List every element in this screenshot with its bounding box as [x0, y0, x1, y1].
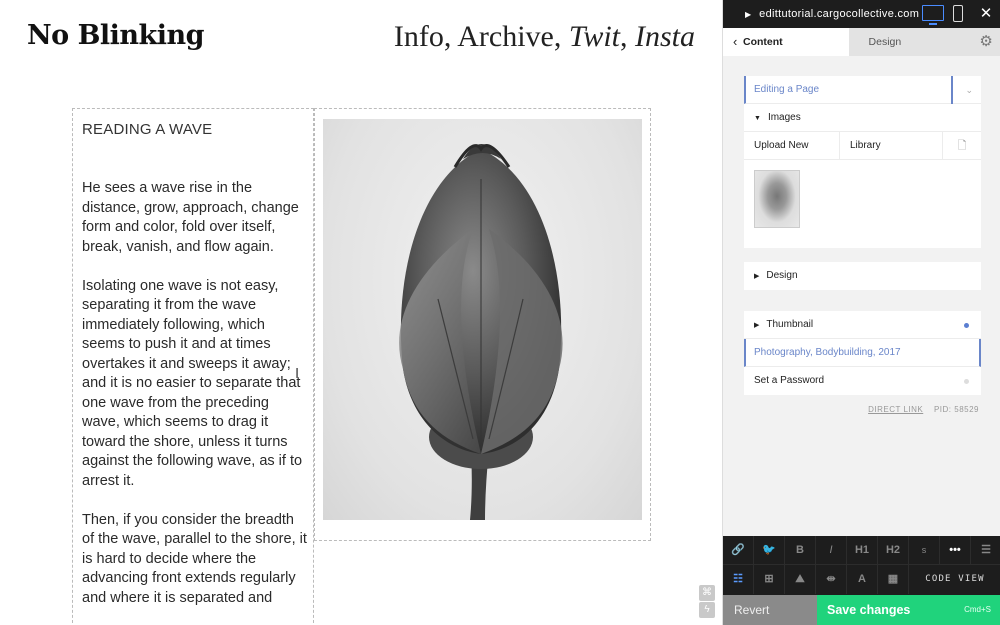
command-icon[interactable]: ⌘ [699, 585, 715, 601]
tags-input[interactable]: Photography, Bodybuilding, 2017 [744, 339, 981, 367]
mobile-view-icon[interactable] [953, 5, 963, 22]
toolbar-row-2: ☷ ⊞ ⛰ ⇹ A ▦ CODE VIEW [723, 565, 1000, 594]
site-title[interactable]: No Blinking [27, 20, 205, 51]
nav-twit[interactable]: Twit [569, 20, 620, 53]
page-card: Editing a Page ⌄ ▼ Images Upload New Libr… [744, 76, 981, 248]
paragraph[interactable]: Then, if you consider the breadth of the… [82, 511, 310, 609]
lightning-icon[interactable]: ϟ [699, 602, 715, 618]
split-icon[interactable]: ⇹ [816, 565, 847, 594]
text-color-icon[interactable]: A [847, 565, 878, 594]
small-button[interactable]: s [909, 536, 940, 565]
upload-new-button[interactable]: Upload New [744, 132, 840, 159]
article-body[interactable]: He sees a wave rise in the distance, gro… [82, 179, 310, 625]
text-cursor-icon: Ⅰ [295, 365, 300, 381]
select-divider [951, 76, 953, 104]
page-select-value: Editing a Page [754, 84, 820, 95]
format-toolbar: 🔗 🐦 B I H1 H2 s ••• ☰ ☷ ⊞ ⛰ ⇹ A ▦ CODE V… [723, 536, 1000, 595]
image-icon[interactable]: ⛰ [785, 565, 816, 594]
corner-tools: ⌘ ϟ [699, 585, 715, 619]
h1-button[interactable]: H1 [847, 536, 878, 565]
settings-card: ▶ Thumbnail Photography, Bodybuilding, 20… [744, 311, 981, 395]
direct-link[interactable]: DIRECT LINK [868, 405, 923, 414]
page-meta: DIRECT LINK PID: 58529 [868, 405, 979, 414]
tab-content[interactable]: ‹ Content [723, 28, 849, 56]
triangle-right-icon: ▶ [754, 322, 760, 329]
flower-bud-photo[interactable] [323, 119, 642, 520]
editor-panel: ▶ edittutorial.cargocollective.com ✕ ‹ C… [722, 0, 1000, 625]
grid-icon[interactable]: ⊞ [754, 565, 785, 594]
flower-bud-illustration [399, 144, 563, 520]
gear-icon[interactable]: ⚙ [972, 28, 1000, 56]
page-select[interactable]: Editing a Page ⌄ [744, 76, 981, 104]
align-left-icon[interactable]: ☰ [971, 536, 1000, 565]
save-shortcut: Cmd+S [964, 605, 991, 614]
text-column[interactable]: READING A WAVE He sees a wave rise in th… [72, 108, 314, 625]
nav-info[interactable]: Info [394, 20, 444, 53]
image-thumbnail[interactable] [754, 170, 800, 228]
article-heading[interactable]: READING A WAVE [82, 121, 212, 138]
thumbnail-section-toggle[interactable]: ▶ Thumbnail [744, 311, 981, 339]
revert-button[interactable]: Revert [723, 595, 817, 625]
bold-button[interactable]: B [785, 536, 816, 565]
checker-icon[interactable]: ▦ [878, 565, 909, 594]
more-icon[interactable]: ••• [940, 536, 971, 565]
tab-content-label: Content [743, 36, 783, 48]
image-actions: Upload New Library 🗋 [744, 132, 981, 160]
desktop-view-icon[interactable] [922, 5, 944, 25]
play-triangle-icon[interactable]: ▶ [745, 10, 751, 19]
password-label: Set a Password [754, 375, 825, 386]
file-icon[interactable]: 🗋 [943, 132, 981, 159]
triangle-down-icon: ▼ [754, 115, 761, 122]
status-dot [964, 379, 969, 384]
paragraph[interactable]: He sees a wave rise in the distance, gro… [82, 179, 310, 257]
images-label: Images [767, 112, 801, 123]
nav-archive[interactable]: Archive [457, 20, 554, 53]
tab-design[interactable]: Design [848, 28, 973, 56]
columns-icon[interactable]: ☷ [723, 565, 754, 594]
status-dot [964, 323, 969, 328]
chevron-down-icon[interactable]: ⌄ [965, 76, 973, 104]
paragraph[interactable]: Isolating one wave is not easy, separati… [82, 277, 310, 492]
image-column[interactable] [314, 108, 651, 541]
triangle-right-icon: ▶ [754, 273, 760, 280]
toolbar-row-1: 🔗 🐦 B I H1 H2 s ••• ☰ [723, 536, 1000, 565]
password-row[interactable]: Set a Password [744, 367, 981, 395]
save-changes-button[interactable]: Save changes Cmd+S [817, 595, 1000, 625]
thumbnail-label: Thumbnail [766, 319, 814, 330]
images-section-toggle[interactable]: ▼ Images [744, 104, 981, 132]
h2-button[interactable]: H2 [878, 536, 909, 565]
italic-button[interactable]: I [816, 536, 847, 565]
library-button[interactable]: Library [840, 132, 943, 159]
close-icon[interactable]: ✕ [972, 0, 1000, 28]
design-card: ▶ Design [744, 262, 981, 290]
chevron-left-icon[interactable]: ‹ [733, 28, 737, 56]
editor-topbar: ▶ edittutorial.cargocollective.com ✕ [723, 0, 1000, 28]
site-url[interactable]: edittutorial.cargocollective.com [759, 8, 919, 20]
code-view-button[interactable]: CODE VIEW [909, 565, 1000, 594]
nav-insta[interactable]: Insta [635, 20, 695, 53]
twitter-icon[interactable]: 🐦 [754, 536, 785, 565]
link-icon[interactable]: 🔗 [723, 536, 754, 565]
save-label: Save changes [827, 603, 911, 617]
design-label: Design [766, 270, 798, 281]
site-nav: Info, Archive, Twit, Insta [393, 20, 695, 53]
design-section-toggle[interactable]: ▶ Design [744, 262, 981, 290]
image-thumbs [744, 170, 981, 248]
page-id: PID: 58529 [933, 405, 979, 414]
site-preview: No Blinking Info, Archive, Twit, Insta R… [0, 0, 722, 625]
panel-tabs: ‹ Content Design ⚙ [723, 28, 1000, 56]
action-bar: Revert Save changes Cmd+S [723, 595, 1000, 625]
